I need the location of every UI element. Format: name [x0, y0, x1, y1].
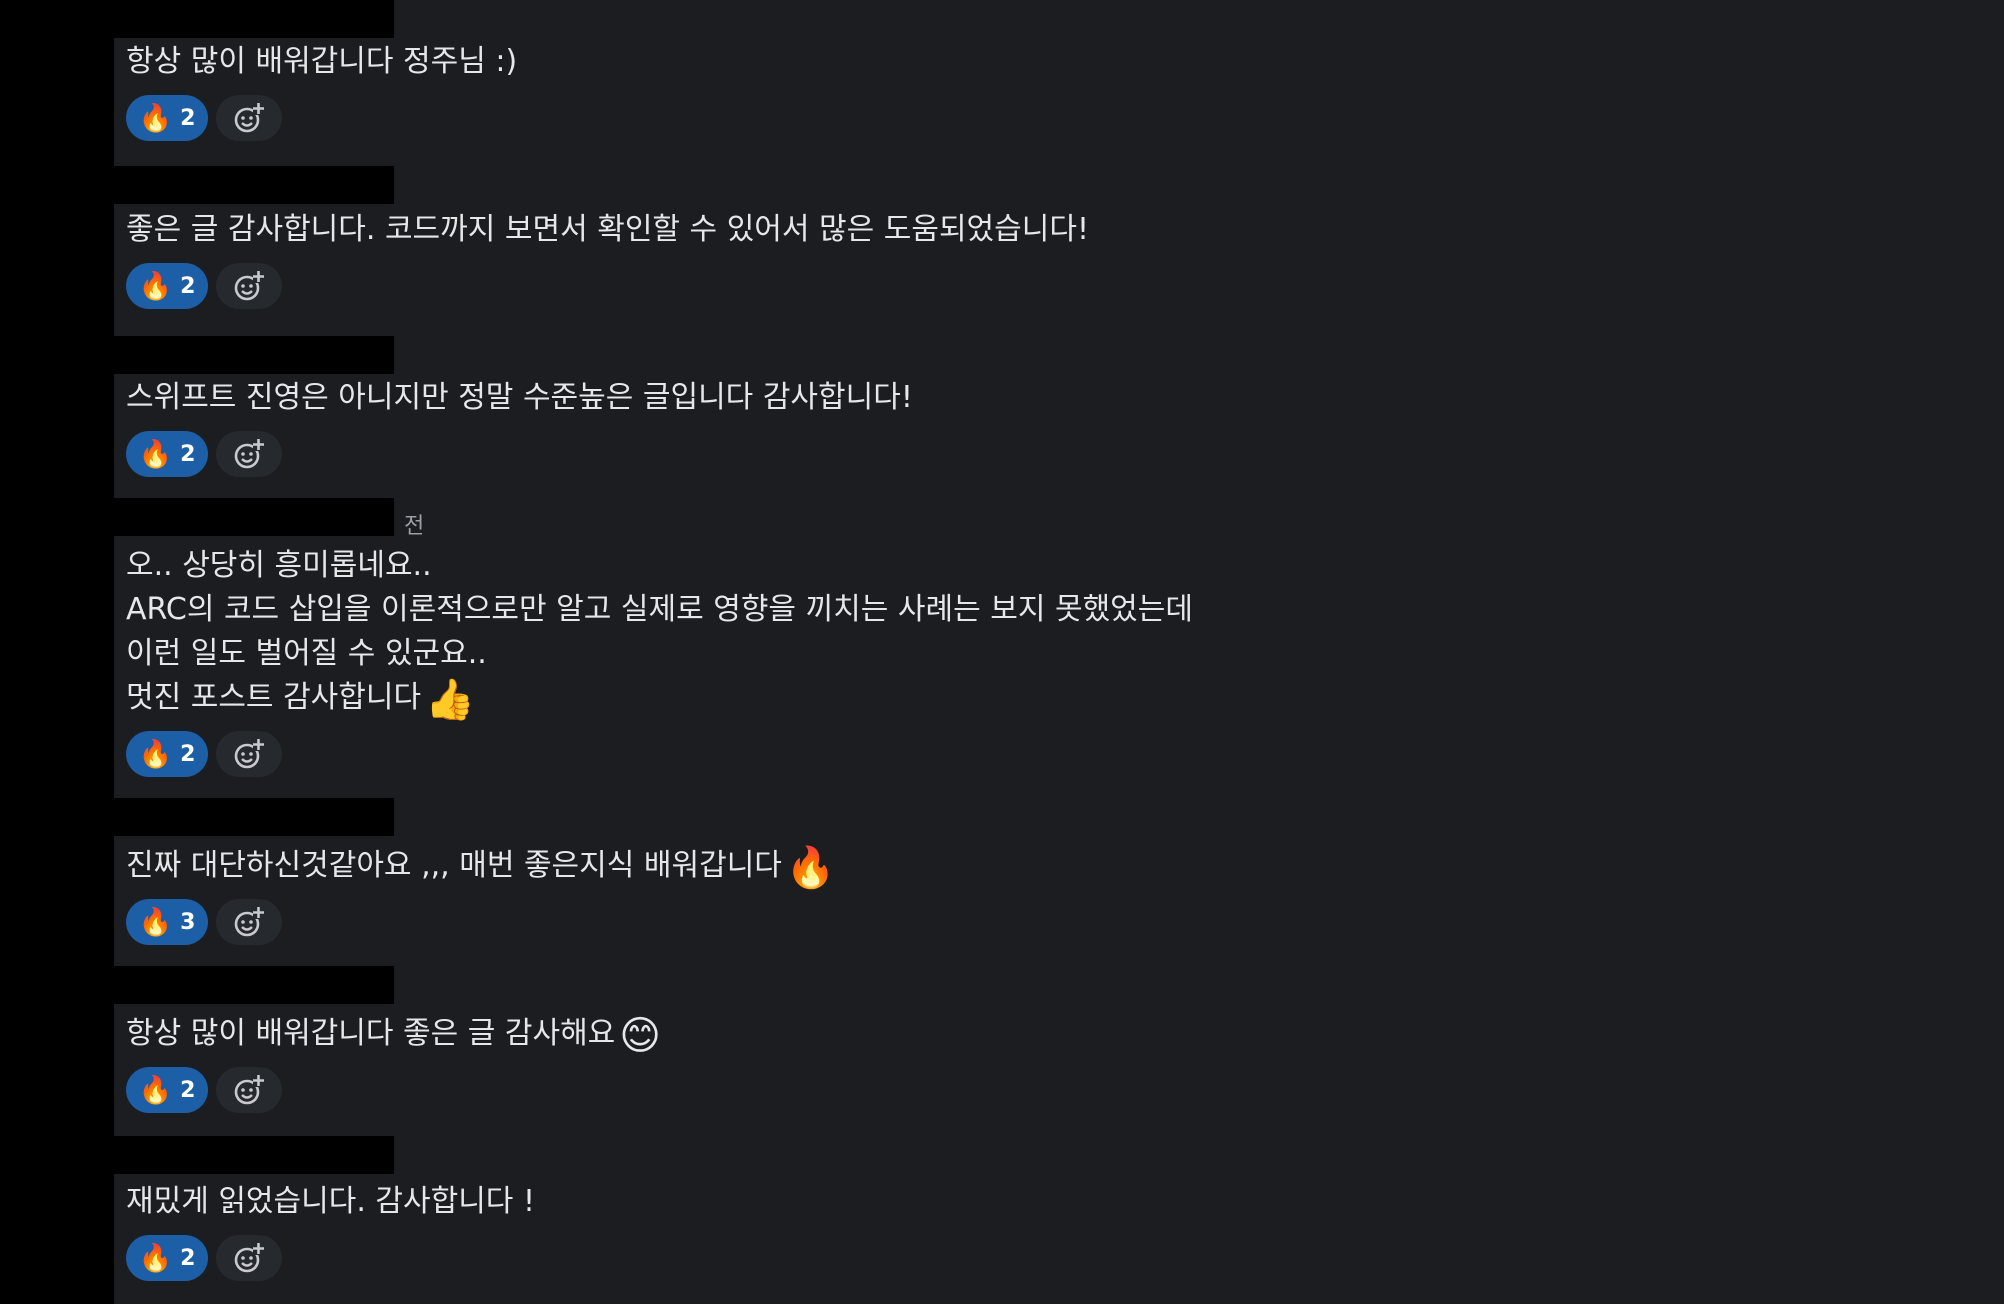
- comment: 좋은 글 감사합니다. 코드까지 보면서 확인할 수 있어서 많은 도움되었습니…: [126, 208, 1626, 310]
- redacted-username: [114, 1136, 394, 1174]
- comment: 항상 많이 배워갑니다 정주님 :) 🔥 2: [126, 40, 1626, 142]
- comment-text: 좋은 글 감사합니다. 코드까지 보면서 확인할 수 있어서 많은 도움되었습니…: [126, 212, 1089, 247]
- add-reaction-button[interactable]: [216, 899, 282, 945]
- redacted-username: [114, 498, 394, 536]
- comment: 진짜 대단하신것같아요 ,,, 매번 좋은지식 배워갑니다 🔥 🔥 3: [126, 844, 1626, 946]
- reaction-bar: 🔥 2: [126, 262, 1626, 310]
- add-reaction-icon: [234, 103, 264, 133]
- fire-icon: 🔥: [138, 438, 173, 470]
- comment: 재밌게 읽었습니다. 감사합니다 ! 🔥 2: [126, 1180, 1626, 1282]
- fire-reaction-button[interactable]: 🔥 2: [126, 263, 208, 309]
- add-reaction-icon: [234, 271, 264, 301]
- reaction-bar: 🔥 2: [126, 94, 1626, 142]
- add-reaction-button[interactable]: [216, 263, 282, 309]
- fire-reaction-button[interactable]: 🔥 2: [126, 1235, 208, 1281]
- redacted-username: [114, 0, 394, 38]
- redacted-username: [114, 966, 394, 1004]
- fire-icon: 🔥: [138, 1074, 173, 1106]
- reaction-bar: 🔥 2: [126, 430, 1626, 478]
- reaction-count: 2: [180, 105, 196, 131]
- add-reaction-button[interactable]: [216, 95, 282, 141]
- comment-text: 진짜 대단하신것같아요 ,,, 매번 좋은지식 배워갑니다 🔥: [126, 845, 836, 891]
- comment: 오.. 상당히 흥미롭네요.. ARC의 코드 삽입을 이론적으로만 알고 실제…: [126, 544, 1626, 778]
- fire-icon: 🔥: [138, 906, 173, 938]
- add-reaction-icon: [234, 1243, 264, 1273]
- reaction-count: 2: [180, 1245, 196, 1271]
- add-reaction-button[interactable]: [216, 731, 282, 777]
- fire-reaction-button[interactable]: 🔥 2: [126, 431, 208, 477]
- reaction-count: 2: [180, 1077, 196, 1103]
- comment-text: 재밌게 읽었습니다. 감사합니다 !: [126, 1184, 535, 1219]
- comment: 스위프트 진영은 아니지만 정말 수준높은 글입니다 감사합니다! 🔥 2: [126, 376, 1626, 478]
- reaction-bar: 🔥 2: [126, 730, 1626, 778]
- fire-reaction-button[interactable]: 🔥 3: [126, 899, 208, 945]
- comment: 항상 많이 배워갑니다 좋은 글 감사해요 😊 🔥 2: [126, 1012, 1626, 1114]
- reaction-bar: 🔥 3: [126, 898, 1626, 946]
- add-reaction-icon: [234, 439, 264, 469]
- redacted-username: [114, 798, 394, 836]
- fire-icon: 🔥: [138, 270, 173, 302]
- add-reaction-icon: [234, 739, 264, 769]
- reaction-count: 3: [180, 909, 196, 935]
- smiling-face-emoji: 😊: [619, 1013, 661, 1059]
- redacted-username: [114, 166, 394, 204]
- add-reaction-button[interactable]: [216, 431, 282, 477]
- reaction-bar: 🔥 2: [126, 1066, 1626, 1114]
- reaction-count: 2: [180, 741, 196, 767]
- add-reaction-button[interactable]: [216, 1067, 282, 1113]
- comment-text: 오.. 상당히 흥미롭네요.. ARC의 코드 삽입을 이론적으로만 알고 실제…: [126, 548, 1193, 723]
- redacted-username: [114, 336, 394, 374]
- comment-text: 항상 많이 배워갑니다 좋은 글 감사해요 😊: [126, 1013, 661, 1059]
- add-reaction-icon: [234, 1075, 264, 1105]
- add-reaction-icon: [234, 907, 264, 937]
- fire-icon: 🔥: [138, 1242, 173, 1274]
- comment-timestamp: 전: [404, 514, 425, 539]
- fire-reaction-button[interactable]: 🔥 2: [126, 731, 208, 777]
- reaction-count: 2: [180, 441, 196, 467]
- fire-icon: 🔥: [138, 102, 173, 134]
- fire-reaction-button[interactable]: 🔥 2: [126, 95, 208, 141]
- comment-text: 항상 많이 배워갑니다 정주님 :): [126, 44, 518, 79]
- comment-text: 스위프트 진영은 아니지만 정말 수준높은 글입니다 감사합니다!: [126, 380, 913, 415]
- fire-reaction-button[interactable]: 🔥 2: [126, 1067, 208, 1113]
- reaction-count: 2: [180, 273, 196, 299]
- fire-icon: 🔥: [138, 738, 173, 770]
- thumbs-up-emoji: 👍: [425, 677, 475, 723]
- add-reaction-button[interactable]: [216, 1235, 282, 1281]
- reaction-bar: 🔥 2: [126, 1234, 1626, 1282]
- fire-emoji: 🔥: [785, 845, 836, 891]
